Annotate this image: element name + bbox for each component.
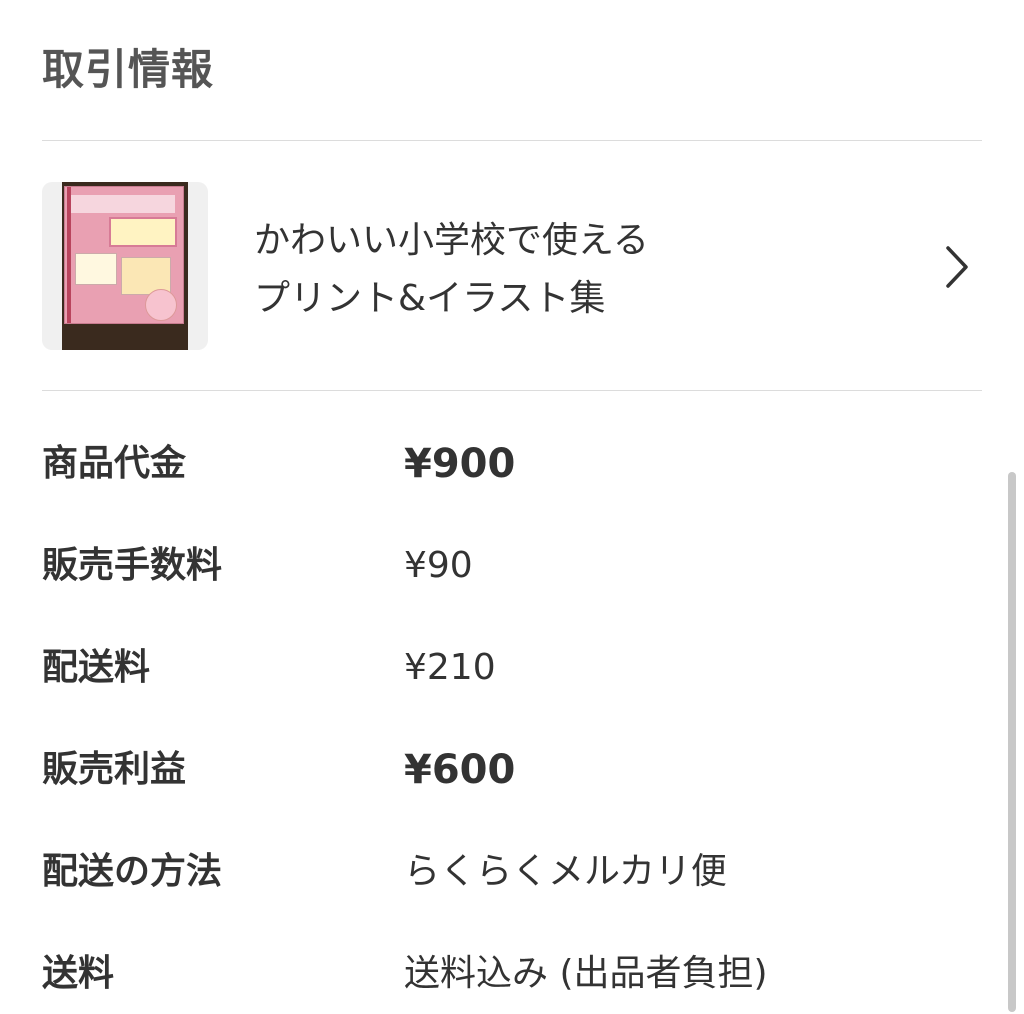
info-value: 送料込み (出品者負担) <box>404 953 768 994</box>
info-value: ¥900 <box>404 441 516 487</box>
product-row[interactable]: かわいい小学校で使える プリント&イラスト集 <box>42 182 982 350</box>
product-divider <box>42 390 982 391</box>
info-row-shipping-method: 配送の方法 らくらくメルカリ便 <box>42 842 982 902</box>
info-label: 配送の方法 <box>42 851 223 892</box>
info-row-sales-fee: 販売手数料 ¥90 <box>42 536 982 596</box>
info-row-shipping-fee: 配送料 ¥210 <box>42 638 982 698</box>
info-value: らくらくメルカリ便 <box>404 851 727 892</box>
scrollbar[interactable] <box>1008 472 1016 1012</box>
info-label: 販売手数料 <box>42 545 223 586</box>
top-divider <box>42 140 982 141</box>
info-value: ¥600 <box>404 747 516 793</box>
chevron-right-icon[interactable] <box>942 244 972 290</box>
info-row-profit: 販売利益 ¥600 <box>42 740 982 800</box>
product-thumbnail <box>42 182 208 350</box>
info-label: 送料 <box>42 953 115 994</box>
info-value: ¥210 <box>404 647 496 688</box>
info-label: 販売利益 <box>42 749 187 790</box>
page-title: 取引情報 <box>42 45 215 94</box>
product-name-line1: かわいい小学校で使える <box>254 220 649 261</box>
product-name-line2: プリント&イラスト集 <box>254 278 606 319</box>
info-label: 配送料 <box>42 647 151 688</box>
product-name: かわいい小学校で使える プリント&イラスト集 <box>254 212 914 328</box>
info-label: 商品代金 <box>42 443 187 484</box>
info-row-item-price: 商品代金 ¥900 <box>42 434 982 494</box>
info-value: ¥90 <box>404 545 473 586</box>
info-row-postage: 送料 送料込み (出品者負担) <box>42 944 982 1004</box>
